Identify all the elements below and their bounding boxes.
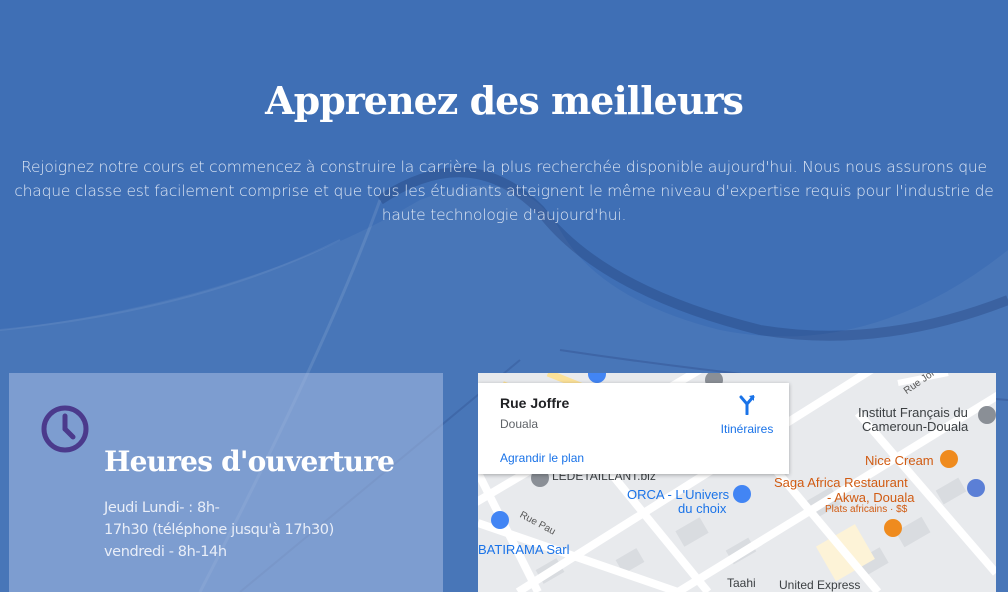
museum-pin-icon[interactable] (967, 479, 985, 497)
map-pin-icon[interactable] (978, 406, 996, 424)
hours-line: vendredi - 8h-14h (104, 544, 227, 560)
restaurant-pin-icon[interactable] (940, 450, 958, 468)
enlarge-map-link[interactable]: Agrandir le plan (500, 451, 584, 465)
place-orca[interactable]: ORCA - L'Univers (627, 487, 729, 502)
directions-button[interactable]: Itinéraires (712, 393, 782, 436)
place-united-express[interactable]: United Express (779, 578, 860, 592)
map-info-card: Rue Joffre Douala Agrandir le plan Itiné… (478, 383, 789, 474)
place-saga-africa[interactable]: Saga Africa Restaurant (774, 475, 908, 490)
hours-line: Jeudi Lundi- : 8h- (104, 500, 220, 516)
opening-hours-card: Heures d'ouverture Jeudi Lundi- : 8h- 17… (9, 373, 443, 592)
shopping-pin-icon[interactable] (491, 511, 509, 529)
place-taahi[interactable]: Taahi (727, 576, 756, 590)
place-saga-africa-2[interactable]: - Akwa, Douala (827, 490, 914, 505)
google-map[interactable]: Institut Français du Cameroun-Douala Nic… (478, 373, 996, 592)
place-orca-2[interactable]: du choix (678, 501, 726, 516)
place-institut-francais[interactable]: Institut Français du (858, 405, 968, 420)
hero-description: Rejoignez notre cours et commencez à con… (14, 158, 994, 224)
map-place-title: Rue Joffre (500, 395, 570, 411)
place-institut-francais-2[interactable]: Cameroun-Douala (862, 419, 968, 434)
hours-title: Heures d'ouverture (104, 445, 395, 478)
directions-label: Itinéraires (720, 422, 774, 436)
shopping-pin-icon[interactable] (733, 485, 751, 503)
place-saga-africa-sub: Plats africains · $$ (825, 504, 908, 515)
directions-icon (739, 395, 755, 416)
restaurant-pin-icon[interactable] (884, 519, 902, 537)
hero-title: Apprenez des meilleurs (265, 78, 744, 123)
place-batirama[interactable]: BATIRAMA Sarl (478, 542, 570, 557)
place-nice-cream[interactable]: Nice Cream (865, 453, 934, 468)
clock-icon (41, 405, 89, 453)
hours-line: 17h30 (téléphone jusqu'à 17h30) (104, 522, 334, 538)
map-place-city: Douala (500, 417, 539, 431)
